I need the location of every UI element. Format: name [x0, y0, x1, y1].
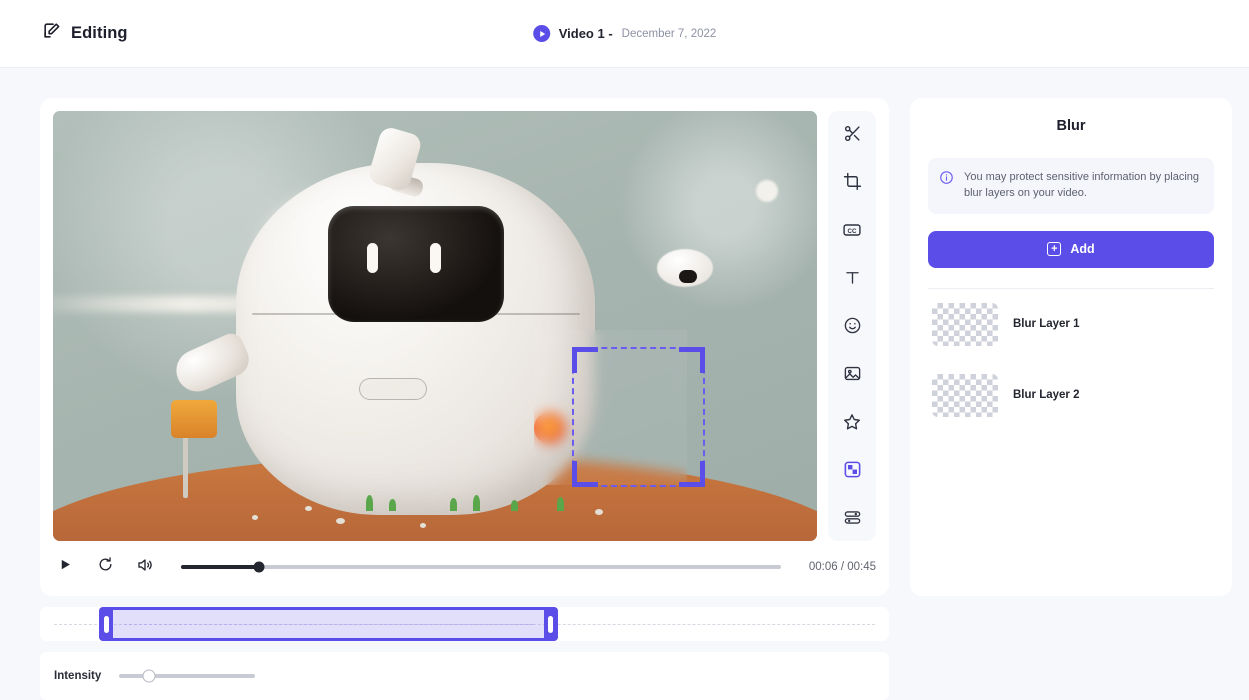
edit-square-icon	[42, 21, 61, 45]
sliders-icon	[843, 508, 862, 532]
time-display: 00:06 / 00:45	[808, 561, 876, 573]
selection-handle-bottom-right[interactable]	[679, 461, 705, 487]
scissors-icon	[843, 124, 862, 148]
tool-cut[interactable]	[835, 119, 869, 153]
selection-handle-top-left[interactable]	[572, 347, 598, 373]
info-circle-icon	[939, 170, 954, 190]
intensity-knob[interactable]	[142, 669, 156, 683]
add-blur-layer-button[interactable]: + Add	[928, 230, 1214, 268]
tool-rail: CC	[828, 111, 876, 541]
add-button-label: Add	[1070, 242, 1095, 257]
text-icon	[843, 268, 862, 292]
intensity-label: Intensity	[54, 670, 102, 682]
video-name: Video 1 -	[558, 26, 613, 41]
svg-text:CC: CC	[848, 227, 857, 234]
playback-controls: 00:06 / 00:45	[53, 550, 876, 584]
volume-icon	[136, 556, 154, 579]
tool-blur[interactable]	[835, 455, 869, 489]
document-title: Video 1 - December 7, 2022	[532, 25, 717, 42]
selection-handle-bottom-left[interactable]	[572, 461, 598, 487]
closed-caption-icon: CC	[842, 220, 862, 245]
list-item[interactable]: Blur Layer 2	[928, 360, 1214, 431]
selection-handle-top-right[interactable]	[679, 347, 705, 373]
top-header-bar: Editing Video 1 - December 7, 2022	[0, 0, 1249, 68]
trim-selection[interactable]	[99, 607, 558, 641]
seek-slider[interactable]	[181, 561, 781, 573]
image-icon	[843, 364, 862, 388]
blur-side-panel: Blur You may protect sensitive informati…	[910, 98, 1232, 596]
blur-selection-region[interactable]	[572, 347, 705, 487]
tool-image[interactable]	[835, 359, 869, 393]
plus-square-icon: +	[1047, 242, 1062, 257]
seek-progress	[181, 565, 259, 569]
smiley-icon	[843, 316, 862, 340]
info-box: You may protect sensitive information by…	[928, 158, 1214, 214]
play-icon	[58, 557, 73, 577]
trim-handle-right[interactable]	[543, 607, 558, 641]
tool-emoji[interactable]	[835, 311, 869, 345]
intensity-slider[interactable]	[119, 669, 256, 683]
timeline-track[interactable]	[40, 607, 889, 641]
tool-adjust[interactable]	[835, 503, 869, 537]
seek-knob[interactable]	[253, 561, 265, 573]
video-date: December 7, 2022	[621, 27, 717, 40]
intensity-card: Intensity	[40, 652, 889, 700]
layer-name: Blur Layer 2	[1013, 389, 1080, 402]
trim-handle-left[interactable]	[99, 607, 114, 641]
tool-crop[interactable]	[835, 167, 869, 201]
play-circle-icon	[532, 25, 550, 42]
brand: Editing	[42, 21, 128, 45]
blur-checker-icon	[843, 460, 862, 484]
star-icon	[842, 412, 862, 437]
layer-thumbnail	[932, 373, 998, 417]
tool-text[interactable]	[835, 263, 869, 297]
volume-button[interactable]	[133, 555, 157, 579]
panel-title: Blur	[1056, 118, 1086, 134]
tool-captions[interactable]: CC	[835, 215, 869, 249]
trim-inner-dashes	[124, 624, 533, 625]
play-button[interactable]	[53, 555, 77, 579]
layer-thumbnail	[932, 302, 998, 346]
crop-icon	[843, 172, 862, 196]
page-title: Editing	[71, 23, 128, 42]
editor-card: ⚡ CC 00:06 / 00:45	[40, 98, 889, 596]
restart-icon	[97, 556, 114, 578]
layer-name: Blur Layer 1	[1013, 318, 1080, 331]
list-item[interactable]: Blur Layer 1	[928, 289, 1214, 360]
video-preview[interactable]: ⚡	[53, 111, 817, 541]
tool-effects[interactable]	[835, 407, 869, 441]
info-text: You may protect sensitive information by…	[964, 171, 1199, 199]
restart-button[interactable]	[93, 555, 117, 579]
